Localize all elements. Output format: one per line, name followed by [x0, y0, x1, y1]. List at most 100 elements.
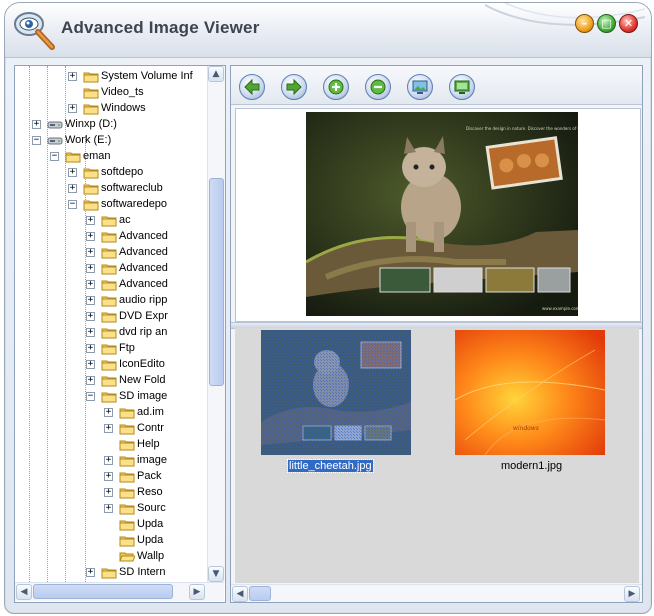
expand-icon[interactable]: + — [86, 280, 95, 289]
app-title: Advanced Image Viewer — [61, 18, 260, 37]
tree-item[interactable]: + ad.im — [15, 405, 207, 421]
expand-icon[interactable]: + — [86, 328, 95, 337]
tree-item[interactable]: Video_ts — [15, 85, 207, 101]
expand-icon[interactable]: + — [104, 456, 113, 465]
thumbnail-item[interactable]: windows modern1.jpg — [449, 330, 619, 480]
tree-item[interactable]: − SD image — [15, 389, 207, 405]
tree-vertical-scrollbar[interactable]: ▲ ▼ — [207, 66, 225, 582]
tree-item-label: IconEdito — [119, 358, 165, 370]
tree-item[interactable]: − eman — [15, 149, 207, 165]
folder-icon — [119, 472, 135, 483]
expand-icon[interactable]: + — [68, 168, 77, 177]
folder-icon — [101, 344, 117, 355]
tree-item[interactable]: − Work (E:) — [15, 133, 207, 149]
collapse-icon[interactable]: − — [86, 392, 95, 401]
tree-vertical-scroll-thumb[interactable] — [209, 178, 224, 386]
tree-item[interactable]: + softdepo — [15, 165, 207, 181]
scroll-down-button[interactable]: ▼ — [208, 566, 224, 582]
tree-item-label: Upda — [137, 518, 164, 530]
tree-item-label: softdepo — [101, 166, 144, 178]
tree-item[interactable]: + Advanced — [15, 261, 207, 277]
title-bar[interactable]: Advanced Image Viewer – □ ✕ — [5, 3, 651, 58]
expand-icon[interactable]: + — [104, 408, 113, 417]
tree-item[interactable]: + Windows — [15, 101, 207, 117]
close-button[interactable]: ✕ — [619, 14, 638, 33]
tree-item[interactable]: + Advanced — [15, 245, 207, 261]
thumbnail-horizontal-scrollbar[interactable]: ◀ ▶ — [231, 584, 642, 602]
forward-button[interactable] — [281, 74, 307, 100]
collapse-icon[interactable]: − — [32, 136, 41, 145]
expand-icon[interactable]: + — [104, 504, 113, 513]
expand-icon[interactable]: + — [86, 248, 95, 257]
tree-item-label: Advanced — [119, 246, 168, 258]
tree-item[interactable]: + Pack — [15, 469, 207, 485]
tree-item[interactable]: + New Fold — [15, 373, 207, 389]
expand-icon[interactable]: + — [68, 72, 77, 81]
tree-item[interactable]: + System Volume Inf — [15, 69, 207, 85]
tree-item[interactable]: + dvd rip an — [15, 325, 207, 341]
expand-icon[interactable]: + — [68, 184, 77, 193]
scroll-up-button[interactable]: ▲ — [208, 66, 224, 82]
collapse-icon[interactable]: − — [68, 200, 77, 209]
thumbnail-horizontal-scroll-thumb[interactable] — [249, 586, 271, 601]
tree-item[interactable]: + Contr — [15, 421, 207, 437]
scroll-right-button[interactable]: ▶ — [189, 584, 205, 600]
wallpaper-button[interactable] — [407, 74, 433, 100]
tree-horizontal-scroll-thumb[interactable] — [33, 584, 173, 599]
drive-icon — [47, 121, 63, 129]
tree-item[interactable]: + Sourc — [15, 501, 207, 517]
tree-item[interactable]: + softwareclub — [15, 181, 207, 197]
scroll-right-button[interactable]: ▶ — [624, 586, 640, 602]
tree-item[interactable]: + Winxp (D:) — [15, 117, 207, 133]
expand-icon[interactable]: + — [86, 312, 95, 321]
tree-item[interactable]: + ac — [15, 213, 207, 229]
expand-icon[interactable]: + — [104, 424, 113, 433]
thumbnail-item[interactable]: little_cheetah.jpg — [255, 330, 425, 480]
tree-item[interactable]: + Reso — [15, 485, 207, 501]
expand-icon[interactable]: + — [86, 216, 95, 225]
expand-icon[interactable]: + — [32, 120, 41, 129]
tree-item-label: Wallp — [137, 550, 165, 562]
minimize-button[interactable]: – — [575, 14, 594, 33]
expand-icon[interactable]: + — [86, 360, 95, 369]
tree-item[interactable]: Upda — [15, 533, 207, 549]
tree-item[interactable]: + DVD Expr — [15, 309, 207, 325]
tree-item[interactable]: + audio ripp — [15, 293, 207, 309]
svg-text:www.example.com: www.example.com — [542, 306, 578, 311]
maximize-button[interactable]: □ — [597, 14, 616, 33]
tree-item[interactable]: Help — [15, 437, 207, 453]
tree-item[interactable]: + SD Intern — [15, 565, 207, 581]
zoom-in-button[interactable] — [323, 74, 349, 100]
expand-icon[interactable]: + — [86, 264, 95, 273]
expand-icon[interactable]: + — [86, 296, 95, 305]
expand-icon[interactable]: + — [68, 104, 77, 113]
tree-item[interactable]: Wallp — [15, 549, 207, 565]
collapse-icon[interactable]: − — [50, 152, 59, 161]
zoom-out-button[interactable] — [365, 74, 391, 100]
tree-item[interactable]: + IconEdito — [15, 357, 207, 373]
tree-item-label: Windows — [101, 102, 146, 114]
tree-horizontal-scrollbar[interactable]: ◀ ▶ — [15, 582, 224, 601]
fullscreen-button[interactable] — [449, 74, 475, 100]
tree-item[interactable]: + Advanced — [15, 277, 207, 293]
toolbar — [231, 66, 642, 105]
expand-icon[interactable]: + — [86, 376, 95, 385]
image-preview[interactable]: Discover the design in nature. Discover … — [235, 108, 641, 322]
expand-icon[interactable]: + — [104, 472, 113, 481]
expand-icon[interactable]: + — [86, 344, 95, 353]
tree-item[interactable]: + Advanced — [15, 229, 207, 245]
expand-icon[interactable]: + — [86, 568, 95, 577]
scroll-left-button[interactable]: ◀ — [16, 584, 32, 600]
expand-icon[interactable]: + — [104, 488, 113, 497]
back-button[interactable] — [239, 74, 265, 100]
scroll-left-button[interactable]: ◀ — [232, 586, 248, 602]
expand-icon[interactable]: + — [86, 232, 95, 241]
tree-item[interactable]: − softwaredepo — [15, 197, 207, 213]
tree-item-label: SD Intern — [119, 566, 166, 578]
tree-item[interactable]: + Ftp — [15, 341, 207, 357]
tree-item-label: System Volume Inf — [101, 70, 193, 82]
tree-item[interactable]: + image — [15, 453, 207, 469]
tree-item[interactable]: Upda — [15, 517, 207, 533]
tree-item-label: ac — [119, 214, 131, 226]
arrow-right-icon — [286, 78, 302, 96]
